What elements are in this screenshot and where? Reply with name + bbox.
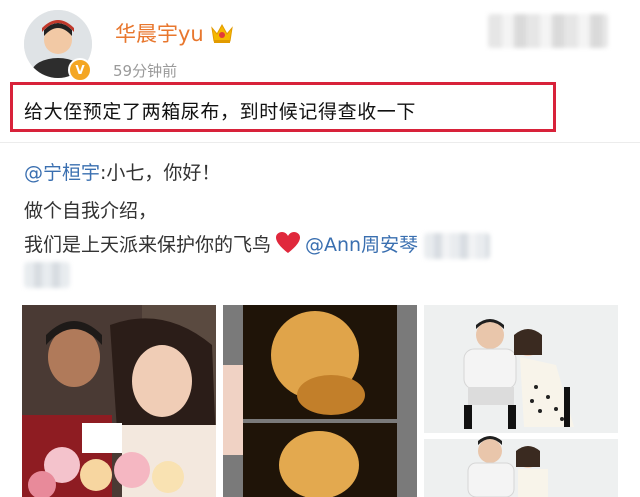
verified-icon: V (68, 58, 92, 82)
heart-icon (276, 232, 301, 253)
divider (0, 142, 640, 143)
repost-text: :小七，你好！ (100, 162, 221, 184)
repost-text: 我们是上天派来保护你的飞鸟 (24, 234, 272, 256)
pregnancy-photo[interactable] (424, 305, 618, 497)
post-text: 给大侄预定了两箱尿布，到时候记得查收一下 (24, 101, 417, 123)
mention-link[interactable]: @Ann周安琴 (305, 234, 418, 256)
crown-icon (210, 23, 233, 43)
blurred-region (424, 232, 491, 259)
repost-line-1: @宁桓宇:小七，你好！ (24, 158, 220, 185)
username[interactable]: 华晨宇yu (115, 18, 204, 48)
post-time: 59分钟前 (113, 62, 178, 80)
mention-link[interactable]: @宁桓宇 (24, 162, 100, 184)
blurred-region (488, 14, 608, 48)
ultrasound-photo[interactable] (223, 305, 417, 497)
couple-photo[interactable] (22, 305, 216, 497)
repost-line-2: 做个自我介绍， (24, 200, 158, 222)
blurred-region (24, 262, 70, 288)
repost-line-3: 我们是上天派来保护你的飞鸟 @Ann周安琴 (24, 230, 491, 259)
username-row: 华晨宇yu (115, 18, 234, 48)
